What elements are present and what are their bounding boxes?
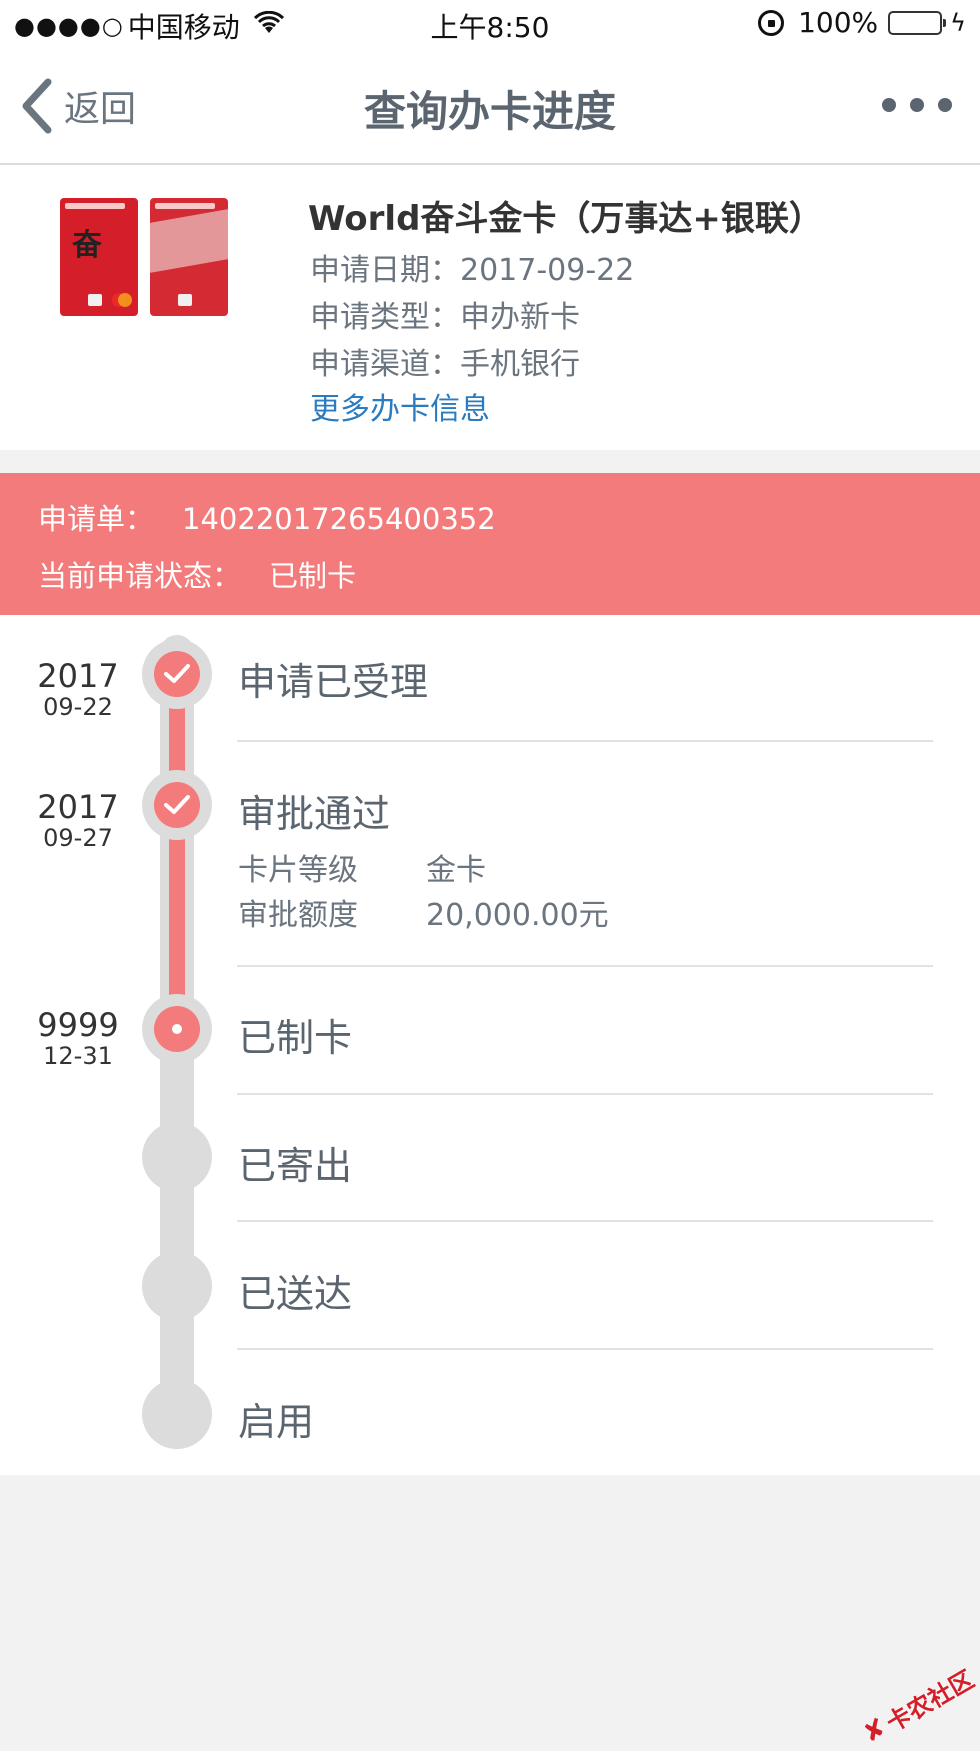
more-dots-icon[interactable]	[868, 98, 952, 112]
apply-date-row: 申请日期：2017-09-22	[310, 245, 634, 289]
divider	[237, 1220, 933, 1222]
divider	[237, 1093, 933, 1095]
mastercard-logo-icon	[112, 293, 132, 307]
card-image-front: 奋	[60, 198, 138, 316]
step-title: 申请已受理	[238, 660, 429, 704]
battery-percent: 100%	[798, 6, 879, 39]
step-title: 已寄出	[238, 1144, 353, 1188]
orientation-lock-icon	[758, 9, 785, 36]
step-current-node	[142, 994, 212, 1064]
application-status: 已制卡	[269, 559, 357, 593]
navigation-bar: 返回 查询办卡进度	[0, 50, 980, 165]
apply-type-label: 申请类型：	[310, 300, 460, 335]
detail-label: 审批额度	[238, 898, 358, 933]
detail-label: 卡片等级	[238, 853, 358, 888]
application-status-label: 当前申请状态：	[38, 559, 242, 593]
divider	[237, 1348, 933, 1350]
step-year: 9999	[37, 1006, 119, 1044]
step-pending-node	[142, 1379, 212, 1449]
check-icon	[164, 795, 190, 814]
detail-value: 20,000.00元	[426, 898, 609, 933]
step-done-node	[142, 639, 212, 709]
step-pending-node	[142, 1122, 212, 1192]
step-done-node	[142, 770, 212, 840]
progress-timeline: 2017 09-22 申请已受理 2017 09-27 审批通过 卡片等级 金卡…	[0, 615, 980, 1475]
detail-row: 卡片等级 金卡	[238, 845, 486, 889]
detail-row: 审批额度 20,000.00元	[238, 890, 609, 934]
watermark-text: 卡农社区	[881, 1665, 979, 1738]
application-status-row: 当前申请状态： 已制卡	[38, 553, 356, 595]
check-icon	[164, 664, 190, 683]
apply-date-value: 2017-09-22	[460, 253, 635, 288]
application-status-banner: 申请单： 14022017265400352 当前申请状态： 已制卡	[0, 473, 980, 615]
page-title: 查询办卡进度	[363, 87, 616, 136]
status-right: 100% ϟ	[758, 6, 966, 39]
step-year: 2017	[37, 657, 119, 695]
charging-bolt-icon: ϟ	[950, 8, 966, 37]
application-number-label: 申请单：	[38, 502, 155, 536]
application-number-row: 申请单： 14022017265400352	[38, 496, 496, 538]
step-date: 2017 09-27	[36, 790, 120, 852]
card-info-section: 奋 World奋斗金卡（万事达+银联） 申请日期：2017-09-22 申请类型…	[0, 165, 980, 450]
card-art-icon: 奋	[72, 228, 102, 263]
divider	[237, 965, 933, 967]
step-month-day: 09-27	[43, 824, 113, 852]
card-name: World奋斗金卡（万事达+银联）	[308, 199, 823, 239]
divider	[237, 740, 933, 742]
current-dot-icon	[172, 1024, 182, 1034]
watermark: ✘ 卡农社区	[857, 1660, 980, 1751]
battery-icon	[888, 10, 947, 35]
step-date: 9999 12-31	[36, 1008, 120, 1070]
step-month-day: 12-31	[43, 1042, 113, 1070]
step-title: 已制卡	[238, 1016, 353, 1060]
step-title: 已送达	[238, 1272, 353, 1316]
step-title: 审批通过	[238, 792, 391, 836]
step-title: 启用	[238, 1400, 315, 1444]
apply-channel-label: 申请渠道：	[310, 347, 460, 382]
apply-type-row: 申请类型：申办新卡	[310, 292, 580, 336]
apply-channel-value: 手机银行	[460, 347, 580, 382]
step-date: 2017 09-22	[36, 659, 120, 721]
more-card-info-link[interactable]: 更多办卡信息	[310, 384, 490, 428]
status-bar: ●●●●○ 中国移动 上午8:50 100% ϟ	[0, 0, 980, 50]
apply-type-value: 申办新卡	[460, 300, 580, 335]
detail-value: 金卡	[426, 853, 486, 888]
step-year: 2017	[37, 788, 119, 826]
step-month-day: 09-22	[43, 693, 113, 721]
apply-date-label: 申请日期：	[310, 253, 460, 288]
apply-channel-row: 申请渠道：手机银行	[310, 339, 580, 383]
card-image-alt	[150, 198, 228, 316]
application-number: 14022017265400352	[182, 502, 496, 536]
step-pending-node	[142, 1251, 212, 1321]
